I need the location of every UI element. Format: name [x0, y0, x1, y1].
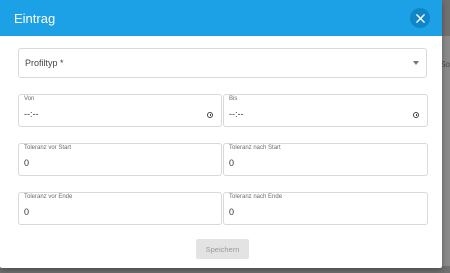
entry-dialog: Eintrag Profiltyp * Von --:-- Bis --:-- …	[0, 0, 442, 268]
background-panel	[442, 36, 450, 266]
profiltyp-label: Profiltyp *	[25, 58, 64, 68]
toleranz-nach-ende-field[interactable]: Toleranz nach Ende 0	[223, 192, 428, 225]
toleranz-vor-start-label: Toleranz vor Start	[24, 145, 72, 151]
von-value: --:--	[24, 109, 39, 119]
toleranz-nach-start-field[interactable]: Toleranz nach Start 0	[223, 143, 428, 176]
von-label: Von	[24, 96, 35, 102]
bis-value: --:--	[229, 109, 244, 119]
chevron-down-icon	[413, 61, 419, 65]
toleranz-nach-ende-label: Toleranz nach Ende	[229, 194, 283, 200]
close-button[interactable]	[410, 8, 430, 28]
dialog-header: Eintrag	[0, 0, 442, 36]
toleranz-vor-ende-value: 0	[24, 207, 30, 217]
toleranz-vor-start-value: 0	[24, 158, 30, 168]
toleranz-nach-start-value: 0	[229, 158, 235, 168]
toleranz-vor-ende-label: Toleranz vor Ende	[24, 194, 73, 200]
toleranz-nach-start-label: Toleranz nach Start	[229, 145, 281, 151]
bis-label: Bis	[229, 96, 238, 102]
bis-time-field[interactable]: Bis --:--	[223, 94, 428, 127]
toleranz-vor-ende-field[interactable]: Toleranz vor Ende 0	[18, 192, 222, 225]
toleranz-nach-ende-value: 0	[229, 207, 235, 217]
clock-icon[interactable]	[413, 112, 419, 118]
von-time-field[interactable]: Von --:--	[18, 94, 222, 127]
close-icon	[415, 13, 425, 23]
profiltyp-select[interactable]: Profiltyp *	[18, 48, 427, 78]
dialog-title: Eintrag	[14, 10, 56, 26]
clock-icon[interactable]	[207, 112, 213, 118]
toleranz-vor-start-field[interactable]: Toleranz vor Start 0	[18, 143, 222, 176]
save-button[interactable]: Speichern	[196, 239, 249, 259]
